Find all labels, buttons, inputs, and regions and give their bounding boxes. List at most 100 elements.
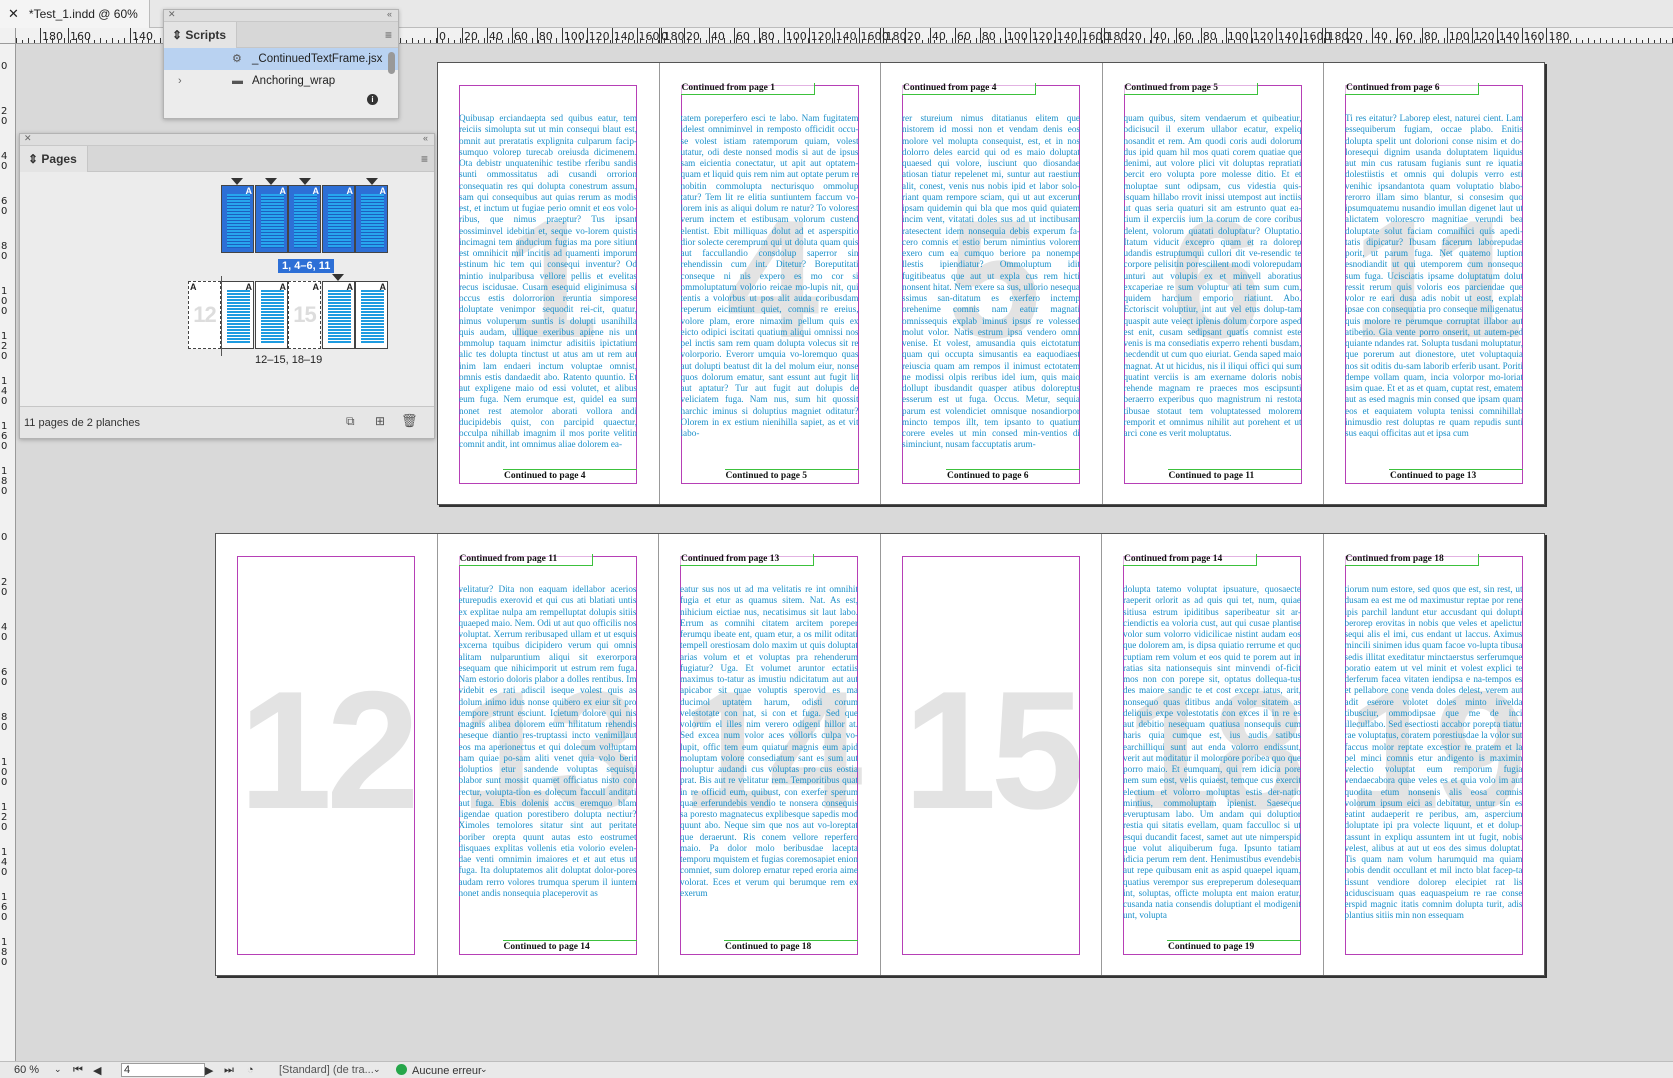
close-icon[interactable]: ✕ [168, 9, 176, 20]
chevron-down-icon[interactable]: ⌄ [54, 1064, 62, 1075]
story-text-frame[interactable]: Quibusap erciandaepta sed quibus eatur, … [459, 113, 637, 450]
ruler-tick [1186, 40, 1187, 43]
story-text-frame[interactable]: velitatur? Dita non eaquam idellabor ace… [459, 584, 637, 921]
story-text-frame[interactable]: rer stureium nimus ditatianus elitem que… [902, 113, 1080, 450]
page-thumb[interactable]: A 12 [188, 281, 221, 349]
story-text-frame[interactable]: Ti res eitatur? Laborep elest, naturei c… [1345, 113, 1523, 450]
ruler-tick [683, 28, 685, 43]
document-page[interactable]: 6 quam quibus, sitem vendaerum et quibeat… [1103, 63, 1324, 504]
chevron-down-icon[interactable]: ⌄ [373, 1064, 381, 1075]
page-number-field[interactable]: 4 [121, 1063, 205, 1077]
page-thumb[interactable]: A [322, 281, 355, 349]
page-thumb[interactable]: A [288, 185, 321, 253]
preflight-clock-icon[interactable]: ◔ [247, 1064, 254, 1076]
spread-1[interactable]: 1 Quibusap erciandaepta sed quibus eatur,… [437, 62, 1545, 505]
story-text-frame[interactable]: tatem poreperfero esci te labo. Nam fugi… [681, 113, 859, 450]
close-icon[interactable]: ✕ [8, 6, 19, 22]
continued-from-frame[interactable]: Continued from page 11 [458, 554, 593, 566]
last-page-icon[interactable]: ⏭ [224, 1064, 234, 1077]
continued-to-frame[interactable]: Continued to page 13 [1389, 469, 1523, 481]
ruler-tick [486, 28, 488, 43]
continued-to-frame[interactable]: Continued to page 19 [1167, 940, 1301, 952]
document-page[interactable]: 13 velitatur? Dita non eaquam idellabor a… [438, 534, 659, 975]
page-thumb[interactable]: A [221, 185, 254, 253]
ruler-label: 80 [1, 712, 8, 733]
story-text-frame[interactable]: quam quibus, sitem vendaerum et quibeati… [1124, 113, 1302, 450]
continued-from-frame[interactable]: Continued from page 4 [902, 83, 1036, 95]
ruler-tick [676, 38, 677, 43]
continued-from-frame[interactable]: Continued from page 13 [680, 554, 814, 566]
continued-to-frame[interactable]: Continued to page 18 [724, 940, 858, 952]
info-icon[interactable]: i [367, 94, 378, 105]
ruler-tick [448, 38, 449, 43]
ruler-tick [1276, 38, 1277, 43]
preflight-status[interactable]: Aucune erreur [396, 1064, 482, 1077]
document-page[interactable]: 19 tiorum num estore, sed quos que est, s… [1324, 534, 1546, 975]
prev-page-icon[interactable]: ◀ [93, 1064, 101, 1077]
continued-from-frame[interactable]: Continued from page 18 [1344, 554, 1479, 566]
spread-1-label[interactable]: 1, 4–6, 11 [278, 259, 335, 273]
next-page-icon[interactable]: ▶ [205, 1064, 213, 1077]
document-page[interactable]: 18 dolupta tatemo voluptat ipsuature, quo… [1102, 534, 1324, 975]
style-field[interactable]: [Standard] (de tra... [279, 1064, 374, 1076]
page-size-icon[interactable]: ⧉ [346, 414, 355, 429]
scrollbar[interactable] [388, 52, 395, 74]
chevron-down-icon[interactable]: ⌄ [480, 1064, 488, 1075]
document-tab[interactable]: ✕ *Test_1.indd @ 60% [0, 0, 150, 28]
spread-2[interactable]: 12 13 velitatur? Dita non eaquam idellabor… [215, 533, 1545, 976]
ruler-tick [979, 28, 981, 43]
continued-to-frame[interactable]: Continued to page 4 [503, 469, 637, 481]
pages-panel-footer: 11 pages de 2 planches ⧉ ⊞ 🗑 [20, 406, 434, 438]
vertical-ruler[interactable]: 0 20 40 60 80 100 120 140 160 180 0 20 40 60 80 100 120 1… [0, 44, 16, 1061]
new-page-icon[interactable]: ⊞ [375, 414, 385, 428]
story-text-frame[interactable]: eatur sus nos ut ad ma velitatis re int … [680, 584, 858, 921]
collapse-icon[interactable]: « [387, 9, 392, 19]
ruler-tick [580, 38, 581, 43]
document-page[interactable]: 11 Ti res eitatur? Laborep elest, naturei… [1324, 63, 1546, 504]
page-thumb[interactable]: A [255, 281, 288, 349]
continued-from-frame[interactable]: Continued from page 1 [680, 83, 815, 95]
continued-to-frame[interactable]: Continued to page 6 [946, 469, 1080, 481]
document-page[interactable]: 14 eatur sus nos ut ad ma velitatis re in… [659, 534, 881, 975]
panel-menu-icon[interactable]: ≡ [385, 28, 392, 42]
continued-from-frame[interactable]: Continued from page 14 [1123, 554, 1257, 566]
ruler-tick [1570, 40, 1571, 43]
panel-menu-icon[interactable]: ≡ [421, 152, 428, 166]
ruler-tick [1318, 40, 1319, 43]
page-thumb[interactable]: A 15 [288, 281, 321, 349]
page-thumb[interactable]: A [255, 185, 288, 253]
document-page[interactable]: 15 [881, 534, 1102, 975]
continued-from-frame[interactable]: Continued from page 6 [1345, 83, 1479, 95]
script-item[interactable]: › ▬ Anchoring_wrap [164, 70, 398, 92]
document-page[interactable]: 4 tatem poreperfero esci te labo. Nam fug… [660, 63, 881, 504]
script-item[interactable]: ⚙ _ContinuedTextFrame.jsx [164, 48, 398, 70]
trash-icon[interactable]: 🗑 [401, 413, 418, 429]
document-page[interactable]: 5 rer stureium nimus ditatianus elitem qu… [881, 63, 1103, 504]
story-text-frame[interactable]: tiorum num estore, sed quos que est, sin… [1345, 584, 1523, 921]
ruler-tick [760, 38, 761, 43]
ruler-tick [508, 38, 509, 43]
page-thumb[interactable]: A [322, 185, 355, 253]
page-thumb[interactable]: A [355, 185, 388, 253]
chevron-right-icon[interactable]: › [178, 70, 182, 92]
continued-to-frame[interactable]: Continued to page 11 [1167, 469, 1302, 481]
page-thumb[interactable]: A [355, 281, 388, 349]
collapse-icon[interactable]: « [423, 133, 428, 143]
spread-2-label[interactable]: 12–15, 18–19 [255, 354, 322, 366]
zoom-field[interactable]: 60 % [14, 1064, 39, 1076]
continued-to-frame[interactable]: Continued to page 14 [502, 940, 637, 952]
ruler-tick [437, 28, 438, 43]
document-page[interactable]: 12 [216, 534, 438, 975]
first-page-icon[interactable]: ⏮ [73, 1064, 83, 1077]
document-page[interactable]: 1 Quibusap erciandaepta sed quibus eatur,… [438, 63, 660, 504]
tab-pages[interactable]: ⇕ Pages [20, 146, 88, 172]
tab-scripts[interactable]: ⇕ Scripts [164, 22, 238, 48]
continued-from-frame[interactable]: Continued from page 5 [1123, 83, 1258, 95]
continued-to-frame[interactable]: Continued to page 5 [724, 469, 859, 481]
ruler-tick [1612, 38, 1613, 43]
ruler-origin[interactable] [0, 28, 16, 44]
ruler-tick [538, 40, 539, 43]
story-text-frame[interactable]: dolupta tatemo voluptat ipsuature, quosa… [1123, 584, 1301, 921]
close-icon[interactable]: ✕ [24, 133, 32, 144]
page-thumb[interactable]: A [221, 281, 254, 349]
